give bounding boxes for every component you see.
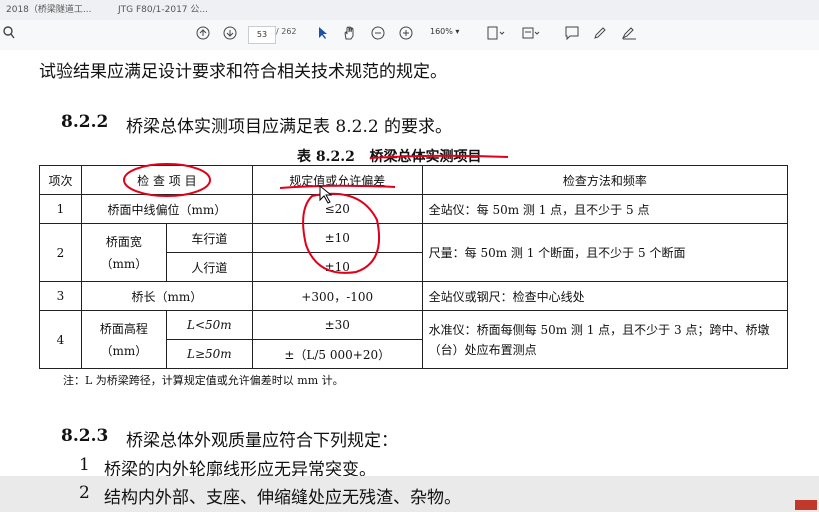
- table-cell: 人行道: [165, 252, 253, 282]
- table-row: 4 桥面高程 （mm） L<50m ±30 水准仪：桥面每侧每 50m 测 1 …: [39, 310, 789, 369]
- table-cell: 4: [39, 310, 82, 369]
- corner-marker: [795, 500, 817, 510]
- pdf-toolbar: [0, 20, 819, 51]
- zoom-out-icon[interactable]: [370, 26, 386, 44]
- table-cell: 3: [39, 281, 82, 311]
- table-row: 3 桥长（mm） +300，-100 全站仪或钢尺：检查中心线处: [39, 281, 789, 311]
- table-cell: ±10: [251, 223, 423, 253]
- pen-icon[interactable]: [593, 26, 607, 44]
- table-cell: 全站仪或钢尺：检查中心线处: [421, 281, 789, 311]
- table-cell: L<50m: [165, 310, 253, 340]
- table-cell: ≤20: [251, 194, 423, 224]
- tab-document-1[interactable]: 2018（桥梁隧道工...: [0, 2, 116, 18]
- item-unit: （mm）: [100, 343, 148, 358]
- list-number: 1: [79, 455, 90, 475]
- select-cursor-icon[interactable]: [316, 26, 330, 44]
- table-cell: 桥长（mm）: [80, 281, 253, 311]
- item-name: 桥面宽: [105, 234, 142, 249]
- section-heading: 桥梁总体实测项目应满足表 8.2.2 的要求。: [126, 117, 453, 137]
- table-row: 1 桥面中线偏位（mm） ≤20 全站仪：每 50m 测 1 点，且不少于 5 …: [39, 194, 789, 224]
- table-cell: 1: [39, 194, 82, 224]
- sign-icon[interactable]: [621, 26, 637, 44]
- header-cell: 规定值或允许偏差: [251, 165, 423, 195]
- paragraph-line: 试验结果应满足设计要求和符合相关技术规范的规定。: [39, 62, 447, 82]
- page-number-input[interactable]: 53: [248, 26, 276, 44]
- table-title-text: 桥梁总体实测项目: [369, 149, 482, 165]
- table-title: 表 8.2.2 桥梁总体实测项目: [297, 146, 481, 166]
- table-cell: 车行道: [165, 223, 253, 253]
- tab-document-2[interactable]: JTG F80/1-2017 公...: [112, 2, 220, 18]
- tab-bar: 2018（桥梁隧道工... JTG F80/1-2017 公...: [0, 0, 819, 21]
- list-item: 结构内外部、支座、伸缩缝处应无残渣、杂物。: [104, 488, 461, 508]
- spec-table: 项次 检 查 项 目 规定值或允许偏差 检查方法和频率 1 桥面中线偏位（mm）…: [39, 165, 789, 369]
- table-cell: +300，-100: [251, 281, 423, 311]
- list-number: 2: [79, 483, 90, 503]
- hand-tool-icon[interactable]: [342, 25, 356, 44]
- fit-page-icon[interactable]: [486, 26, 506, 44]
- table-cell: 尺量：每 50m 测 1 个断面，且不少于 5 个断面: [421, 223, 789, 282]
- zoom-level-select[interactable]: 160% ▾: [430, 27, 459, 36]
- next-page-icon[interactable]: [222, 26, 238, 44]
- table-cell: L≥50m: [165, 339, 253, 369]
- section-heading: 桥梁总体外观质量应符合下列规定：: [126, 431, 398, 451]
- search-icon[interactable]: [2, 26, 16, 44]
- header-cell: 项次: [39, 165, 82, 195]
- page-total-label: / 262: [276, 27, 297, 36]
- table-cell: 桥面高程 （mm）: [80, 310, 167, 369]
- table-row: 2 桥面宽 （mm） 车行道 ±10 尺量：每 50m 测 1 个断面，且不少于…: [39, 223, 789, 282]
- table-cell: 桥面宽 （mm）: [80, 223, 167, 282]
- header-cell: 检 查 项 目: [80, 165, 253, 195]
- table-cell: 全站仪：每 50m 测 1 点，且不少于 5 点: [421, 194, 789, 224]
- table-title-number: 表 8.2.2: [297, 149, 355, 165]
- section-number: 8.2.2: [61, 112, 109, 132]
- item-name: 桥面高程: [99, 321, 148, 336]
- section-number: 8.2.3: [61, 426, 109, 446]
- table-cell: ±10: [251, 252, 423, 282]
- table-cell: 水准仪：桥面每侧每 50m 测 1 点，且不少于 3 点；跨中、桥墩（台）处应布…: [421, 310, 789, 369]
- header-cell: 检查方法和频率: [421, 165, 789, 195]
- table-cell: 桥面中线偏位（mm）: [80, 194, 253, 224]
- table-note: 注：L 为桥梁跨径，计算规定值或允许偏差时以 mm 计。: [63, 374, 344, 387]
- table-cell: ±30: [251, 310, 423, 340]
- table-cell: 2: [39, 223, 82, 282]
- comment-icon[interactable]: [565, 26, 579, 44]
- prev-page-icon[interactable]: [195, 26, 211, 44]
- view-mode-icon[interactable]: [521, 26, 541, 44]
- table-header-row: 项次 检 查 项 目 规定值或允许偏差 检查方法和频率: [39, 165, 789, 195]
- item-unit: （mm）: [100, 256, 148, 271]
- zoom-in-icon[interactable]: [398, 26, 414, 44]
- table-cell: ±（L/5 000+20）: [251, 339, 423, 369]
